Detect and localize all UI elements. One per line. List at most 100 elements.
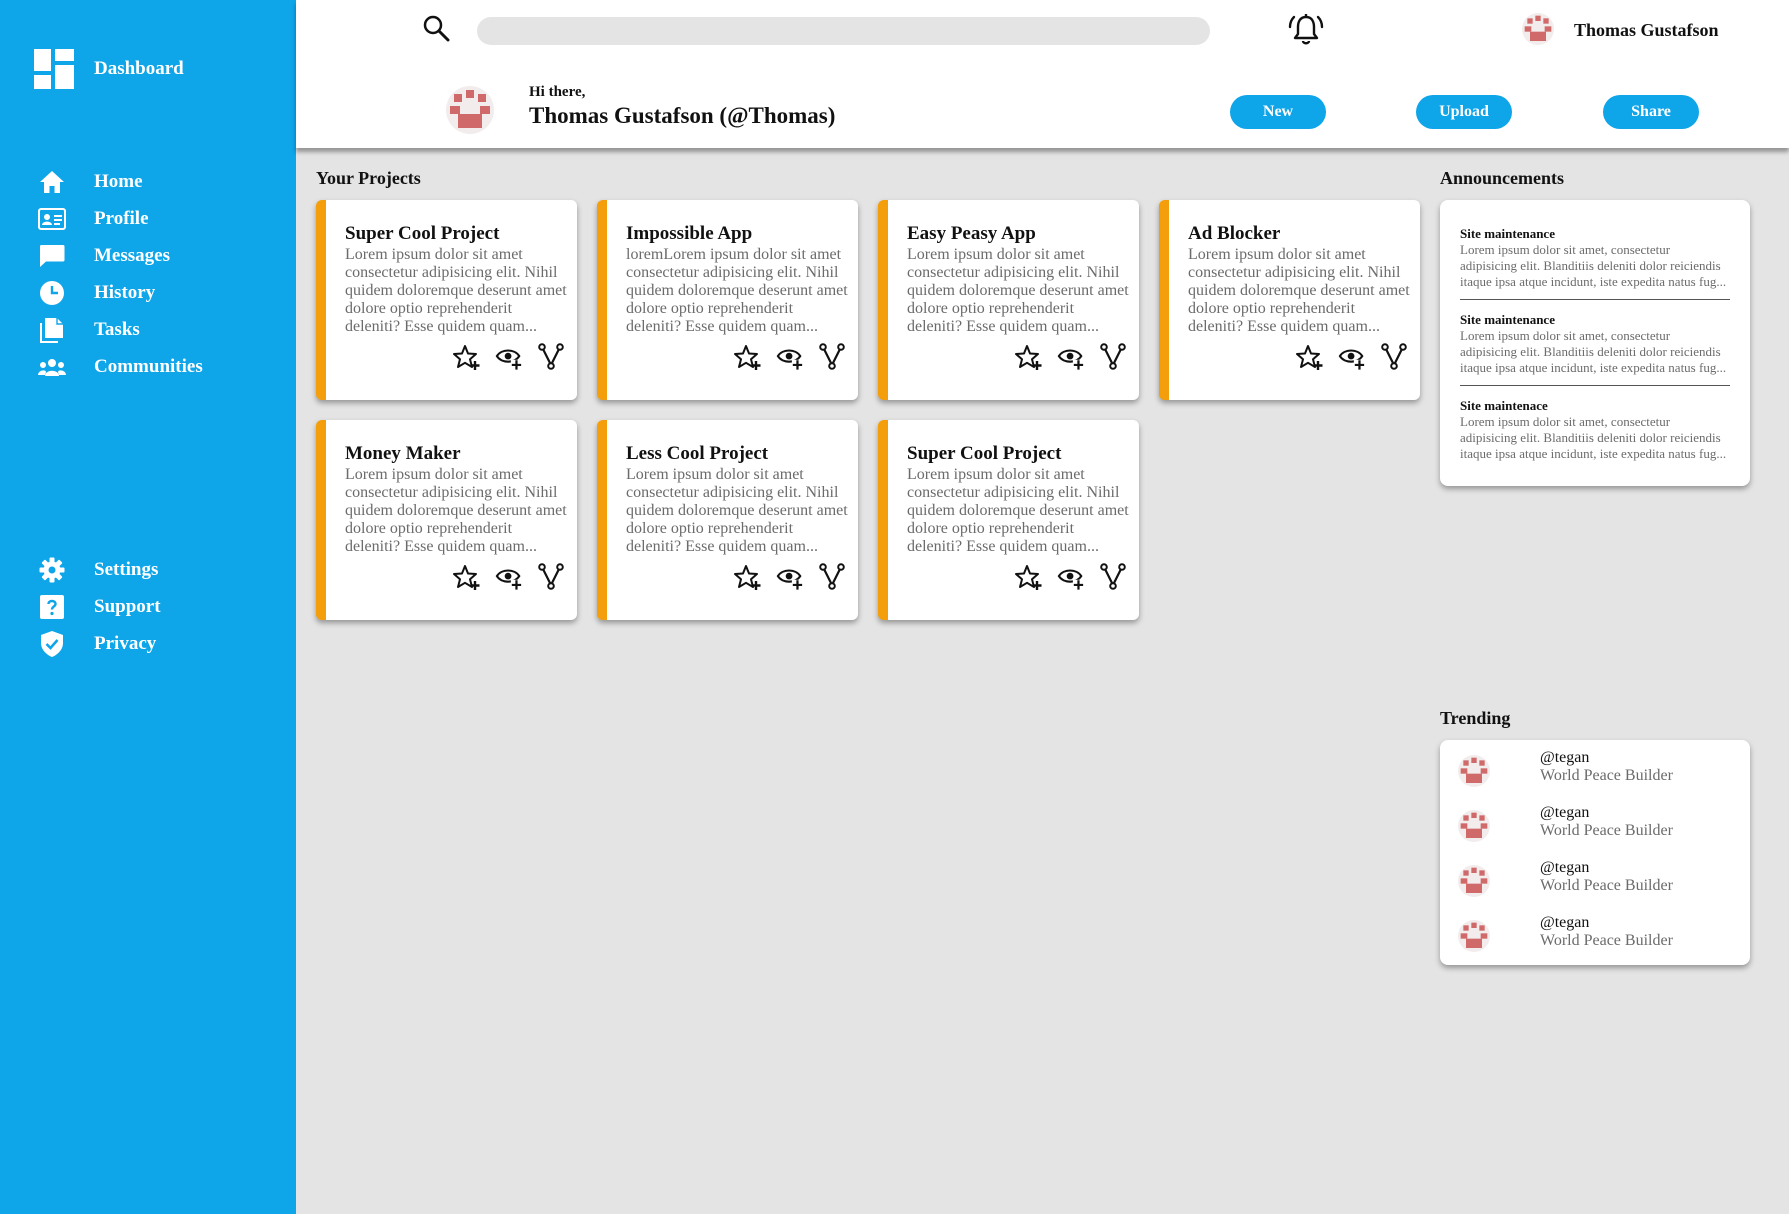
greeting-text: Hi there, xyxy=(529,84,586,100)
project-description: Lorem ipsum dolor sit amet consectetur a… xyxy=(345,246,567,335)
announcement-title: Site maintenance xyxy=(1460,226,1555,241)
star-add-icon[interactable] xyxy=(1015,563,1043,591)
project-description: Lorem ipsum dolor sit amet consectetur a… xyxy=(345,466,567,555)
trending-role: World Peace Builder xyxy=(1540,767,1673,784)
announcement-item[interactable]: Site maintenance Lorem ipsum dolor sit a… xyxy=(1460,226,1730,290)
trending-handle: @tegan xyxy=(1540,914,1590,931)
sidebar-item-messages[interactable]: Messages xyxy=(38,242,278,270)
avatar[interactable] xyxy=(1522,13,1554,45)
bell-icon[interactable] xyxy=(1288,12,1324,48)
announcement-item[interactable]: Site maintenance Lorem ipsum dolor sit a… xyxy=(1460,312,1730,376)
search-input[interactable] xyxy=(477,17,1210,45)
announcement-body: Lorem ipsum dolor sit amet, consectetur … xyxy=(1460,242,1727,289)
star-add-icon[interactable] xyxy=(1015,343,1043,371)
project-actions xyxy=(453,343,565,371)
upload-button[interactable]: Upload xyxy=(1416,95,1512,129)
project-title: Impossible App xyxy=(626,223,753,244)
divider xyxy=(1460,299,1730,300)
user-fullname: Thomas Gustafson (@Thomas) xyxy=(529,103,836,128)
trending-user[interactable]: @tegan World Peace Builder xyxy=(1458,859,1738,903)
project-card[interactable]: Easy Peasy App Lorem ipsum dolor sit ame… xyxy=(878,200,1139,400)
watch-add-icon[interactable] xyxy=(776,343,804,371)
trending-user[interactable]: @tegan World Peace Builder xyxy=(1458,749,1738,793)
sidebar-item-label: Communities xyxy=(94,356,203,377)
fork-icon[interactable] xyxy=(1380,343,1408,371)
sidebar-item-label: Messages xyxy=(94,245,170,266)
project-actions xyxy=(453,563,565,591)
trending-role: World Peace Builder xyxy=(1540,877,1673,894)
project-card[interactable]: Super Cool Project Lorem ipsum dolor sit… xyxy=(316,200,577,400)
chat-bubble-icon xyxy=(38,242,66,270)
project-title: Less Cool Project xyxy=(626,443,769,464)
fork-icon[interactable] xyxy=(1099,563,1127,591)
sidebar-item-label: Privacy xyxy=(94,633,157,654)
sidebar-item-support[interactable]: Support xyxy=(38,593,278,621)
announcements-panel: Site maintenance Lorem ipsum dolor sit a… xyxy=(1440,200,1750,486)
watch-add-icon[interactable] xyxy=(495,563,523,591)
watch-add-icon[interactable] xyxy=(1338,343,1366,371)
star-add-icon[interactable] xyxy=(1296,343,1324,371)
documents-icon xyxy=(38,316,66,344)
project-card[interactable]: Less Cool Project Lorem ipsum dolor sit … xyxy=(597,420,858,620)
trending-role: World Peace Builder xyxy=(1540,932,1673,949)
sidebar-item-settings[interactable]: Settings xyxy=(38,556,278,584)
header-username[interactable]: Thomas Gustafson xyxy=(1574,20,1719,41)
sidebar-item-privacy[interactable]: Privacy xyxy=(38,630,278,658)
sidebar-item-communities[interactable]: Communities xyxy=(38,353,278,381)
project-actions xyxy=(1015,563,1127,591)
sidebar-brand[interactable]: Dashboard xyxy=(34,49,184,89)
fork-icon[interactable] xyxy=(537,563,565,591)
project-title: Super Cool Project xyxy=(907,443,1062,464)
watch-add-icon[interactable] xyxy=(1057,343,1085,371)
header: Thomas Gustafson Hi there, Thomas Gustaf… xyxy=(296,0,1789,148)
project-card[interactable]: Impossible App loremLorem ipsum dolor si… xyxy=(597,200,858,400)
project-card[interactable]: Money Maker Lorem ipsum dolor sit amet c… xyxy=(316,420,577,620)
clock-icon xyxy=(38,279,66,307)
trending-handle: @tegan xyxy=(1540,804,1590,821)
sidebar-item-label: Settings xyxy=(94,559,159,580)
trending-user[interactable]: @tegan World Peace Builder xyxy=(1458,804,1738,848)
announcement-body: Lorem ipsum dolor sit amet, consectetur … xyxy=(1460,328,1727,375)
star-add-icon[interactable] xyxy=(453,343,481,371)
star-add-icon[interactable] xyxy=(734,343,762,371)
avatar xyxy=(1458,865,1490,897)
fork-icon[interactable] xyxy=(537,343,565,371)
sidebar-item-history[interactable]: History xyxy=(38,279,278,307)
trending-handle: @tegan xyxy=(1540,859,1590,876)
trending-handle: @tegan xyxy=(1540,749,1590,766)
avatar xyxy=(1458,755,1490,787)
fork-icon[interactable] xyxy=(1099,343,1127,371)
trending-role: World Peace Builder xyxy=(1540,822,1673,839)
project-description: Lorem ipsum dolor sit amet consectetur a… xyxy=(907,246,1129,335)
sidebar-item-label: Profile xyxy=(94,208,149,229)
fork-icon[interactable] xyxy=(818,343,846,371)
sidebar-item-label: Home xyxy=(94,171,143,192)
search-icon[interactable] xyxy=(422,14,450,42)
watch-add-icon[interactable] xyxy=(1057,563,1085,591)
project-title: Super Cool Project xyxy=(345,223,500,244)
watch-add-icon[interactable] xyxy=(495,343,523,371)
people-icon xyxy=(38,353,66,381)
share-button[interactable]: Share xyxy=(1603,95,1699,129)
sidebar: Dashboard Home Profile Messages History … xyxy=(0,0,296,1214)
trending-heading: Trending xyxy=(1440,708,1511,728)
watch-add-icon[interactable] xyxy=(776,563,804,591)
project-description: Lorem ipsum dolor sit amet consectetur a… xyxy=(626,466,848,555)
fork-icon[interactable] xyxy=(818,563,846,591)
sidebar-item-home[interactable]: Home xyxy=(38,168,278,196)
sidebar-item-profile[interactable]: Profile xyxy=(38,205,278,233)
announcement-title: Site maintenace xyxy=(1460,398,1548,413)
trending-user[interactable]: @tegan World Peace Builder xyxy=(1458,914,1738,958)
project-description: loremLorem ipsum dolor sit amet consecte… xyxy=(626,246,848,335)
project-actions xyxy=(734,343,846,371)
profile-avatar xyxy=(446,86,494,134)
project-card[interactable]: Super Cool Project Lorem ipsum dolor sit… xyxy=(878,420,1139,620)
sidebar-item-label: Support xyxy=(94,596,161,617)
sidebar-item-tasks[interactable]: Tasks xyxy=(38,316,278,344)
trending-panel: @tegan World Peace Builder @tegan World … xyxy=(1440,740,1750,965)
star-add-icon[interactable] xyxy=(453,563,481,591)
announcement-item[interactable]: Site maintenace Lorem ipsum dolor sit am… xyxy=(1460,398,1730,462)
new-button[interactable]: New xyxy=(1230,95,1326,129)
project-card[interactable]: Ad Blocker Lorem ipsum dolor sit amet co… xyxy=(1159,200,1420,400)
star-add-icon[interactable] xyxy=(734,563,762,591)
